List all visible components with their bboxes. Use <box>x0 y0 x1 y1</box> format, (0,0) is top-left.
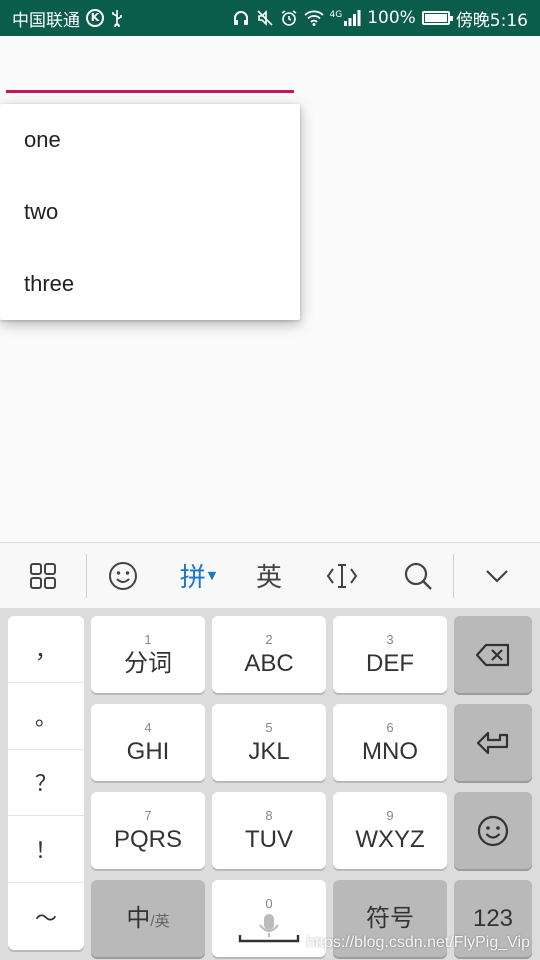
key-label: TUV <box>245 825 293 853</box>
status-bar: 中国联通 K 4G 100% 傍晚5:16 <box>0 0 540 36</box>
lang-sub-label: /英 <box>150 912 170 930</box>
key-number: 6 <box>386 719 394 735</box>
backspace-icon <box>476 643 510 666</box>
key-number: 7 <box>144 807 152 823</box>
key-1-fenci[interactable]: 1 分词 <box>91 616 205 693</box>
english-label: 英 <box>255 563 282 593</box>
key-6-mno[interactable]: 6 MNO <box>333 704 447 781</box>
key-label: WXYZ <box>355 825 425 853</box>
autocomplete-input-underline[interactable] <box>6 90 294 93</box>
key-number: 1 <box>144 631 152 647</box>
key-label: JKL <box>248 737 290 765</box>
key-label: ABC <box>244 649 294 677</box>
key-label: GHI <box>126 737 170 765</box>
wifi-icon <box>303 10 324 26</box>
battery-percent: 100% <box>367 8 416 28</box>
english-mode-button[interactable]: 英 <box>237 543 301 609</box>
key-8-tuv[interactable]: 8 TUV <box>212 792 326 869</box>
carrier-name: 中国联通 <box>12 10 80 31</box>
key-number: 0 <box>265 895 273 911</box>
app-content: one two three <box>0 36 540 542</box>
backspace-key[interactable] <box>454 616 532 693</box>
symbols-label: 符号 <box>366 904 414 932</box>
emoji-icon[interactable] <box>87 543 159 609</box>
watermark: https://blog.csdn.net/FlyPig_Vip <box>306 934 530 951</box>
keyboard-toolbar: 拼 ▼ 英 <box>0 542 540 608</box>
key-7-pqrs[interactable]: 7 PQRS <box>91 792 205 869</box>
caret-down-icon: ▼ <box>207 569 217 582</box>
key-5-jkl[interactable]: 5 JKL <box>212 704 326 781</box>
key-number: 9 <box>386 807 394 823</box>
microphone-icon <box>238 913 300 942</box>
punct-tilde-key[interactable]: ～ <box>8 883 84 950</box>
numbers-label: 123 <box>472 904 514 932</box>
headphones-icon <box>232 9 250 27</box>
key-label: DEF <box>366 649 414 677</box>
punct-comma-key[interactable]: ， <box>8 616 84 683</box>
key-number: 5 <box>265 719 273 735</box>
enter-icon <box>476 731 509 754</box>
key-number: 3 <box>386 631 394 647</box>
lang-main-label: 中 <box>126 904 151 932</box>
grid-menu-icon[interactable] <box>0 543 86 609</box>
punct-question-key[interactable]: ？ <box>8 750 84 817</box>
emoji-icon <box>477 815 509 846</box>
search-icon[interactable] <box>383 543 453 609</box>
chevron-down-icon[interactable] <box>454 543 540 609</box>
key-label: 分词 <box>124 649 172 677</box>
pinyin-label: 拼 <box>179 563 206 593</box>
signal-icon: 4G <box>330 10 362 26</box>
enter-key[interactable] <box>454 704 532 781</box>
emoji-key[interactable] <box>454 792 532 869</box>
dropdown-item-two[interactable]: two <box>0 176 300 248</box>
key-9-wxyz[interactable]: 9 WXYZ <box>333 792 447 869</box>
key-2-abc[interactable]: 2 ABC <box>212 616 326 693</box>
cursor-move-icon[interactable] <box>301 543 383 609</box>
key-4-ghi[interactable]: 4 GHI <box>91 704 205 781</box>
carrier-badge-icon: K <box>86 9 104 27</box>
key-number: 8 <box>265 807 273 823</box>
language-switch-key[interactable]: 中 /英 <box>91 880 205 957</box>
battery-icon <box>421 11 453 25</box>
usb-icon <box>110 9 124 27</box>
key-number: 4 <box>144 719 152 735</box>
punctuation-column: ， 。 ？ ！ ～ <box>8 616 84 950</box>
dropdown-item-three[interactable]: three <box>0 248 300 320</box>
network-type: 4G <box>329 10 343 20</box>
key-label: PQRS <box>113 825 182 853</box>
dropdown-item-one[interactable]: one <box>0 104 300 176</box>
mute-icon <box>256 9 274 27</box>
punct-exclaim-key[interactable]: ！ <box>8 816 84 884</box>
t9-keyboard: ， 。 ？ ！ ～ 1 分词 2 ABC 3 DEF 4 GHI 5 JKL 6… <box>0 608 540 960</box>
alarm-icon <box>280 9 298 27</box>
punct-period-key[interactable]: 。 <box>8 683 84 750</box>
key-label: MNO <box>362 737 418 765</box>
pinyin-mode-button[interactable]: 拼 ▼ <box>159 543 237 609</box>
key-number: 2 <box>265 631 273 647</box>
key-3-def[interactable]: 3 DEF <box>333 616 447 693</box>
clock: 傍晚5:16 <box>455 10 528 31</box>
autocomplete-dropdown: one two three <box>0 104 300 320</box>
